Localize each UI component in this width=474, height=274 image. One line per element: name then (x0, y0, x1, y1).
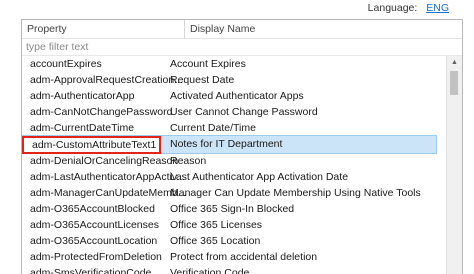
property-name: adm-ProtectedFromDeletion (30, 251, 162, 264)
display-name: Protect from accidental deletion (170, 251, 318, 264)
display-name: User Cannot Change Password (170, 106, 318, 119)
display-name: Activated Authenticator Apps (170, 90, 304, 103)
table-row[interactable]: accountExpires Account Expires (22, 56, 436, 72)
display-name: Verification Code (170, 267, 250, 274)
table-row-selected[interactable]: adm-CustomAttributeText1 Notes for IT De… (22, 135, 437, 155)
property-name: adm-LastAuthenticatorAppActiv... (30, 170, 186, 183)
table-row[interactable]: adm-O365AccountLicenses Office 365 Licen… (22, 217, 436, 233)
language-link[interactable]: ENG (426, 2, 449, 14)
property-name: adm-DenialOrCancelingReason (30, 154, 179, 167)
display-name: Request Date (170, 74, 235, 87)
language-selector: Language: ENG (368, 2, 449, 14)
table-row[interactable]: adm-LastAuthenticatorAppActiv... Last Au… (22, 169, 436, 185)
display-name: Office 365 Licenses (170, 218, 263, 231)
scrollbar-thumb[interactable] (450, 71, 458, 95)
display-name: Account Expires (170, 58, 246, 70)
table-row[interactable]: adm-CurrentDateTime Current Date/Time (22, 120, 436, 136)
vertical-scrollbar[interactable]: ▲ (446, 56, 462, 274)
property-name: adm-O365AccountLicenses (30, 218, 159, 231)
filter-row (22, 39, 462, 56)
property-name: adm-CanNotChangePassword (30, 106, 173, 119)
table-row[interactable]: adm-AuthenticatorApp Activated Authentic… (22, 88, 436, 104)
table-row[interactable]: adm-ProtectedFromDeletion Protect from a… (22, 249, 436, 265)
table-row[interactable]: adm-SmsVerificationCode Verification Cod… (22, 265, 436, 274)
table-row[interactable]: adm-CanNotChangePassword User Cannot Cha… (22, 104, 436, 120)
property-grid: Property Display Name accountExpires Acc… (21, 19, 463, 274)
grid-header: Property Display Name (22, 20, 462, 39)
property-name: adm-SmsVerificationCode (30, 267, 152, 274)
display-name: Last Authenticator App Activation Date (170, 170, 349, 183)
property-name: accountExpires (30, 58, 102, 70)
property-list: accountExpires Account Expires adm-Appro… (22, 56, 437, 274)
column-header-property[interactable]: Property (22, 20, 185, 38)
filter-input[interactable] (26, 40, 426, 53)
table-row[interactable]: adm-O365AccountBlocked Office 365 Sign-I… (22, 201, 436, 217)
property-name: adm-ApprovalRequestCreation... (30, 74, 183, 87)
scroll-up-arrow-icon[interactable]: ▲ (447, 56, 462, 70)
display-name: Current Date/Time (170, 122, 256, 135)
display-name: Reason (170, 154, 207, 167)
display-name: Office 365 Sign-In Blocked (170, 202, 295, 215)
property-name: adm-AuthenticatorApp (30, 90, 135, 103)
property-name: adm-O365AccountLocation (30, 235, 158, 248)
property-name: adm-O365AccountBlocked (30, 202, 155, 215)
display-name: Notes for IT Department (170, 138, 283, 151)
property-name: adm-CurrentDateTime (30, 122, 135, 135)
table-row[interactable]: adm-O365AccountLocation Office 365 Locat… (22, 233, 436, 249)
table-row[interactable]: adm-ApprovalRequestCreation... Request D… (22, 72, 436, 88)
table-row[interactable]: adm-DenialOrCancelingReason Reason (22, 153, 436, 169)
language-label: Language: (367, 2, 418, 14)
display-name: Office 365 Location (170, 235, 261, 248)
table-row[interactable]: adm-ManagerCanUpdateMemb... Manager Can … (22, 185, 436, 201)
display-name: Manager Can Update Membership Using Nati… (170, 186, 421, 199)
property-name: adm-ManagerCanUpdateMemb... (30, 186, 187, 199)
column-header-display-name[interactable]: Display Name (185, 20, 445, 38)
